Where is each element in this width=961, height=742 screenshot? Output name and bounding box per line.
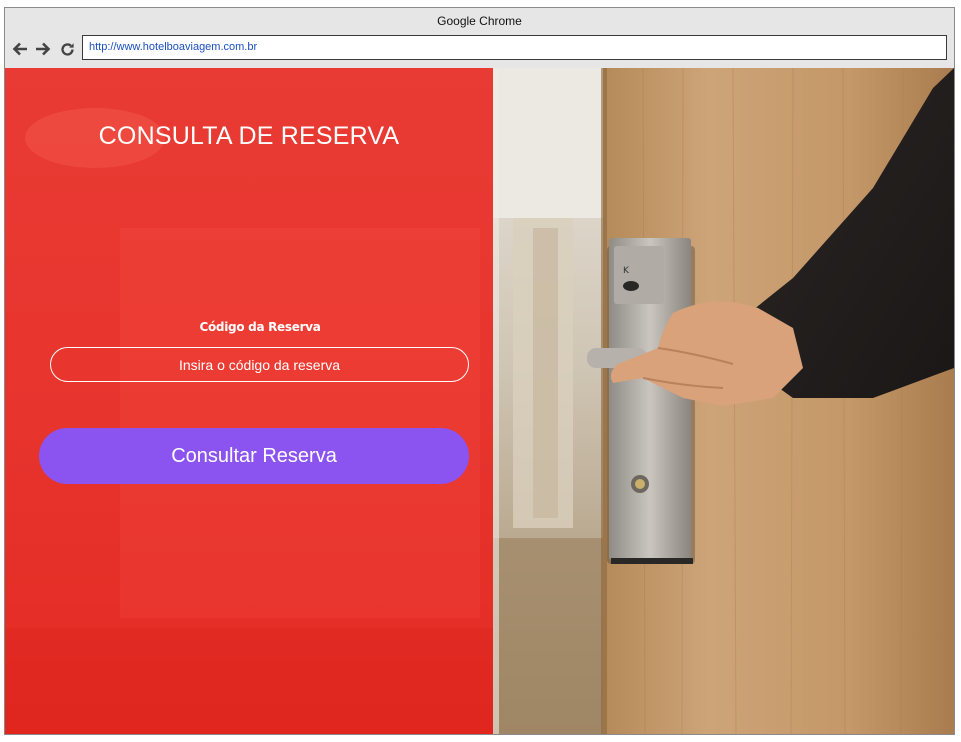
background-blur-floor <box>5 628 493 734</box>
browser-window: Google Chrome http://www.hotelboaviagem.… <box>4 7 955 735</box>
background-blur-room <box>120 228 480 618</box>
reservation-panel: CONSULTA DE RESERVA Código da Reserva Co… <box>5 68 493 734</box>
window-title: Google Chrome <box>437 14 522 28</box>
arrow-right-icon[interactable] <box>34 40 52 58</box>
hand-opening-hotel-door-photo: K <box>493 68 954 734</box>
page-viewport: CONSULTA DE RESERVA Código da Reserva Co… <box>5 68 954 734</box>
address-bar[interactable]: http://www.hotelboaviagem.com.br <box>82 35 947 60</box>
reservation-code-input[interactable] <box>50 347 469 382</box>
browser-toolbar: http://www.hotelboaviagem.com.br <box>5 35 954 67</box>
page-title: CONSULTA DE RESERVA <box>98 122 400 150</box>
reload-icon[interactable] <box>58 40 76 58</box>
arrow-left-icon[interactable] <box>11 40 29 58</box>
hero-photo: K <box>493 68 954 734</box>
consult-reservation-button[interactable]: Consultar Reserva <box>39 428 469 484</box>
reservation-code-label: Código da Reserva <box>199 320 321 334</box>
